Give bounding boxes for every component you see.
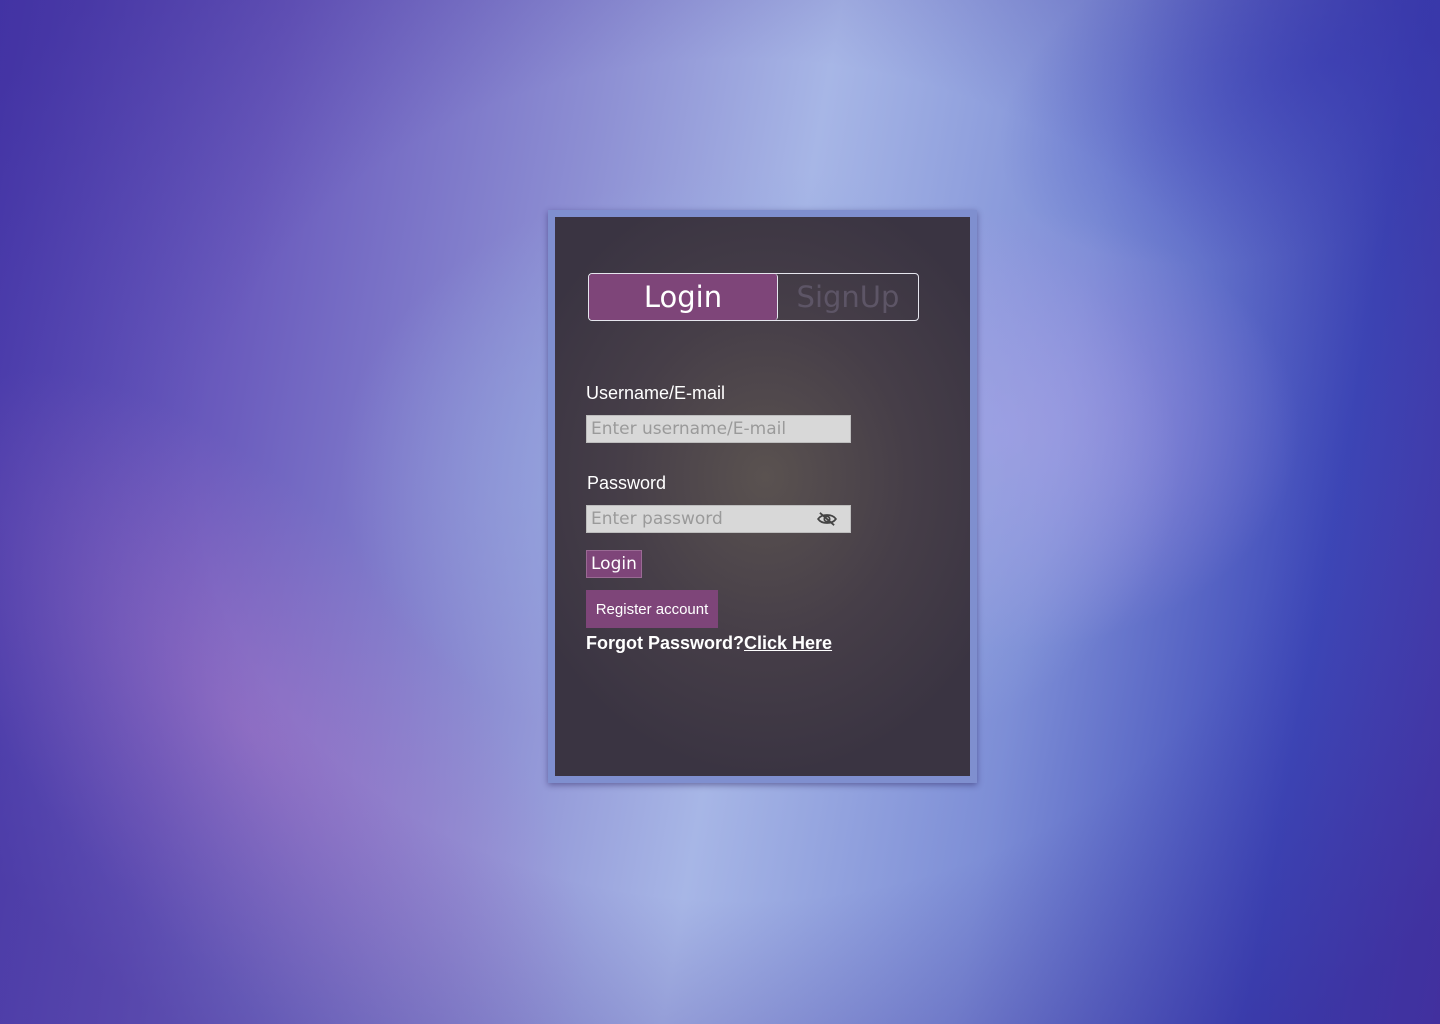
tab-login[interactable]: Login bbox=[589, 274, 778, 320]
tab-signup[interactable]: SignUp bbox=[778, 274, 918, 320]
password-field-container bbox=[586, 505, 851, 533]
forgot-password-row: Forgot Password?Click Here bbox=[586, 633, 832, 654]
login-card-frame: Login SignUp Username/E-mail Password Lo… bbox=[548, 210, 977, 783]
auth-tabs: Login SignUp bbox=[588, 273, 919, 321]
forgot-password-text: Forgot Password? bbox=[586, 633, 745, 653]
login-button[interactable]: Login bbox=[586, 550, 642, 578]
password-input[interactable] bbox=[587, 506, 850, 532]
register-account-button[interactable]: Register account bbox=[586, 590, 718, 628]
username-label: Username/E-mail bbox=[586, 383, 726, 403]
username-field-container bbox=[586, 415, 851, 443]
login-card: Login SignUp Username/E-mail Password Lo… bbox=[555, 217, 970, 776]
forgot-password-link[interactable]: Click Here bbox=[744, 633, 832, 653]
eye-slash-icon[interactable] bbox=[816, 511, 838, 527]
password-label: Password bbox=[587, 473, 667, 493]
username-input[interactable] bbox=[587, 416, 850, 442]
